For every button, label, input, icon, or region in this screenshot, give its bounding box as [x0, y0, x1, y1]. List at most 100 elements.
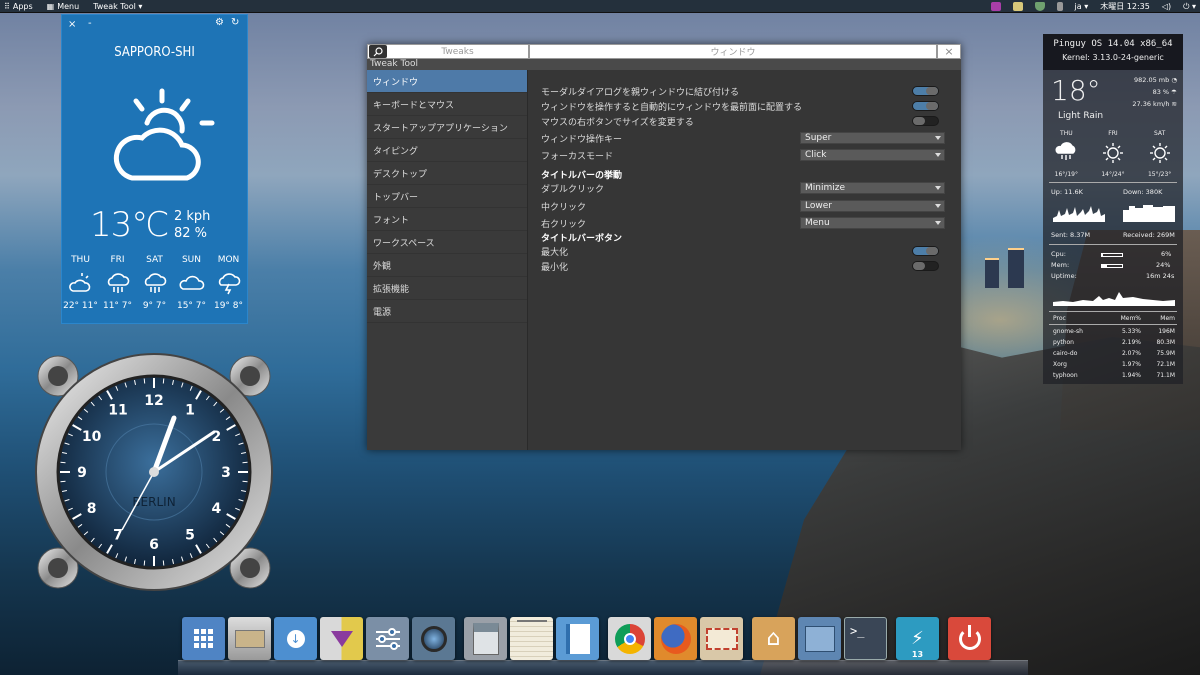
indicator-files-icon[interactable] — [1012, 2, 1023, 11]
sidebar-item-workspaces[interactable]: ワークスペース — [367, 231, 527, 254]
download-graph — [1123, 205, 1175, 222]
power-icon — [958, 624, 981, 650]
grid-icon: ⠿ — [4, 1, 10, 11]
cpu-value: 6% — [1161, 250, 1172, 258]
section-heading: タイトルバーボタン — [541, 233, 623, 244]
sidebar-item-fonts[interactable]: フォント — [367, 208, 527, 231]
search-icon[interactable] — [369, 45, 387, 58]
file-manager-launcher[interactable] — [798, 617, 841, 660]
action-key-dropdown[interactable]: Super — [800, 132, 945, 144]
clock-numeral: 5 — [185, 527, 195, 543]
focus-mode-dropdown[interactable]: Click — [800, 149, 945, 161]
home-icon: ⌂ — [766, 626, 781, 651]
sidebar-item-window[interactable]: ウィンドウ — [367, 70, 527, 93]
power-launcher[interactable] — [948, 617, 991, 660]
forecast-day: FRI 14°/24° — [1101, 130, 1125, 178]
drawer-icon — [234, 629, 265, 648]
menu-icon: ▦ — [46, 1, 55, 11]
clock-numeral: 8 — [87, 501, 97, 517]
middle-click-dropdown[interactable]: Lower — [800, 200, 945, 212]
clock-tick — [162, 378, 165, 384]
chevron-down-icon — [935, 136, 941, 140]
gear-icon[interactable]: ⚙ — [215, 17, 224, 28]
refresh-icon[interactable]: ↻ — [231, 17, 239, 28]
indicator-battery-icon[interactable] — [1056, 2, 1063, 11]
net-up: Up: 11.6K — [1051, 188, 1083, 196]
sidebar-item-desktop[interactable]: デスクトップ — [367, 162, 527, 185]
forecast-day: SUN 15° 7° — [176, 255, 207, 311]
clock-tick — [60, 480, 66, 483]
download-launcher[interactable]: ↓ — [274, 617, 317, 660]
sidebar-item-extensions[interactable]: 拡張機能 — [367, 277, 527, 300]
app-grid-launcher[interactable] — [182, 617, 225, 660]
setting-label: 中クリック — [541, 202, 587, 213]
notes-launcher[interactable] — [510, 617, 553, 660]
divider — [1049, 244, 1177, 245]
camera-launcher[interactable] — [412, 617, 455, 660]
clock-tick — [143, 560, 146, 566]
clock-numeral: 3 — [221, 465, 231, 481]
home-folder-launcher[interactable]: ⌂ — [752, 617, 795, 660]
clock-numeral: 4 — [212, 501, 222, 517]
humidity-icon: ☂ — [1171, 88, 1177, 96]
table-row: gnome-sh 5.33% 196M — [1053, 328, 1175, 335]
software-center-launcher[interactable] — [320, 617, 363, 660]
mail-launcher[interactable] — [700, 617, 743, 660]
clock-indicator[interactable]: 木曜日 12:35 — [1100, 1, 1150, 12]
sidebar-item-startup-apps[interactable]: スタートアップアプリケーション — [367, 116, 527, 139]
language-indicator[interactable]: ja ▾ — [1075, 2, 1089, 11]
chevron-down-icon — [935, 186, 941, 190]
shield-icon[interactable] — [1034, 2, 1045, 11]
calculator-launcher[interactable] — [464, 617, 507, 660]
divider — [1049, 324, 1177, 325]
sidebar-item-keyboard-mouse[interactable]: キーボードとマウス — [367, 93, 527, 116]
setting-label: 最小化 — [541, 262, 569, 273]
analog-clock-widget: 12 1 2 3 4 5 6 7 8 9 10 11 BERLIN — [34, 352, 274, 592]
sun-icon — [1149, 143, 1170, 163]
rain-icon — [1055, 142, 1076, 160]
double-click-dropdown[interactable]: Minimize — [800, 182, 945, 194]
files-launcher[interactable] — [228, 617, 271, 660]
chevron-down-icon — [935, 204, 941, 208]
sidebar-item-power[interactable]: 電源 — [367, 300, 527, 323]
auto-raise-switch[interactable] — [912, 101, 939, 111]
partly-sunny-icon — [113, 88, 215, 181]
writer-launcher[interactable] — [556, 617, 599, 660]
close-icon[interactable]: × — [68, 19, 76, 30]
divider — [1049, 311, 1177, 312]
apps-button[interactable]: ⠿ Apps — [4, 2, 33, 11]
clock-numeral: 6 — [149, 537, 159, 553]
firefox-launcher[interactable] — [654, 617, 697, 660]
setting-label: 最大化 — [541, 247, 569, 258]
maximize-button-switch[interactable] — [912, 246, 939, 256]
indicator-app-icon[interactable] — [990, 2, 1001, 11]
minimize-icon[interactable]: - — [88, 18, 92, 29]
volume-icon[interactable]: ◁) — [1162, 2, 1171, 11]
active-app-menu[interactable]: Tweak Tool ▾ — [93, 2, 142, 11]
setting-label: ダブルクリック — [541, 184, 605, 195]
sidebar-item-appearance[interactable]: 外観 — [367, 254, 527, 277]
sidebar-item-typing[interactable]: タイピング — [367, 139, 527, 162]
sidebar-item-topbar[interactable]: トップバー — [367, 185, 527, 208]
minimize-button-switch[interactable] — [912, 261, 939, 271]
power-icon[interactable]: ⏻ ▾ — [1183, 2, 1196, 12]
cloud-icon — [178, 275, 204, 290]
lens-icon — [420, 625, 447, 652]
chrome-launcher[interactable] — [608, 617, 651, 660]
settings-launcher[interactable] — [366, 617, 409, 660]
clock-center — [149, 467, 159, 477]
weather-launcher[interactable]: ⚡ 13 — [896, 617, 939, 660]
right-click-dropdown[interactable]: Menu — [800, 217, 945, 229]
uptime-value: 16m 24s — [1146, 272, 1175, 280]
search-field[interactable]: Tweaks — [367, 44, 529, 59]
close-button[interactable]: × — [937, 44, 961, 59]
resize-right-button-switch[interactable] — [912, 116, 939, 126]
storm-icon: ⚡ — [911, 628, 924, 649]
clock-tick — [60, 461, 66, 464]
attach-modal-switch[interactable] — [912, 86, 939, 96]
menu-button[interactable]: ▦ Menu — [47, 2, 80, 11]
terminal-launcher[interactable]: >_ — [844, 617, 887, 660]
clock-brand: BERLIN — [132, 495, 175, 509]
mem-value: 24% — [1156, 261, 1171, 269]
document-icon — [565, 623, 590, 654]
